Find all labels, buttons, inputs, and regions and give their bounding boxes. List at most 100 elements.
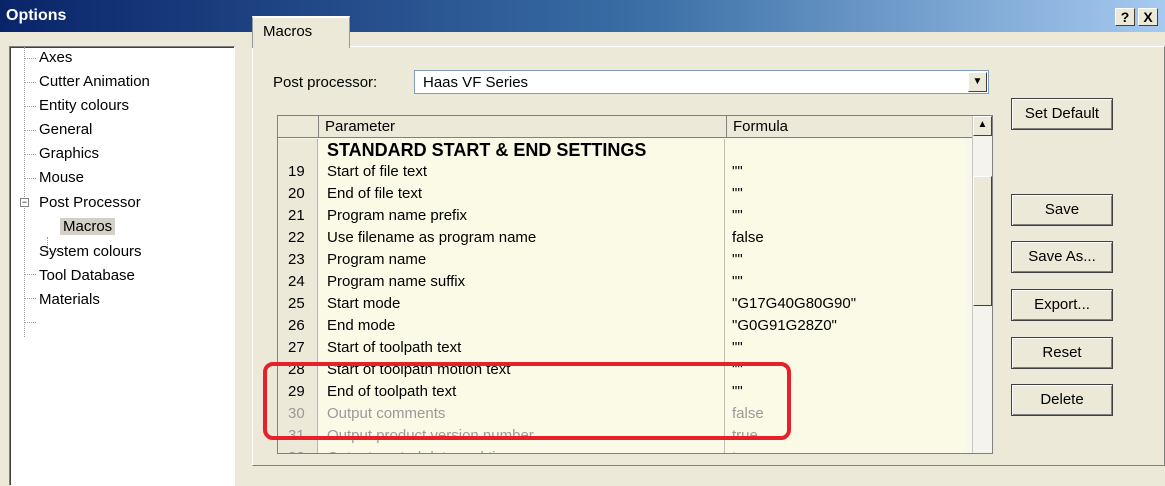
parameter-cell[interactable]: End of toolpath text [319, 381, 725, 403]
table-row[interactable]: 32Output posted date and timetrue [278, 447, 974, 453]
row-number-header [278, 116, 319, 138]
tree-item-label: Tool Database [39, 267, 135, 284]
help-button[interactable]: ? [1115, 8, 1135, 26]
parameter-cell[interactable]: Program name prefix [319, 205, 725, 227]
formula-cell[interactable]: "" [726, 359, 966, 381]
formula-cell[interactable]: false [726, 403, 966, 425]
table-row[interactable]: 21 Program name prefix "" [278, 205, 974, 227]
tree-item-system-colours[interactable]: System colours [36, 241, 145, 263]
scroll-up-icon[interactable]: ▲ [973, 116, 992, 136]
formula-cell[interactable]: "" [726, 337, 966, 359]
section-header-row[interactable]: STANDARD START & END SETTINGS [278, 139, 974, 161]
tree-item-axes[interactable]: Axes [36, 47, 75, 69]
grid-scrollbar[interactable]: ▲ [972, 116, 992, 453]
parameter-cell[interactable]: End of file text [319, 183, 725, 205]
tree-item-post-processor[interactable]: Post Processor [36, 192, 144, 214]
tree-item-label: Cutter Animation [39, 73, 150, 90]
tab-macros[interactable]: Macros [252, 16, 350, 48]
table-row[interactable]: 20 End of file text "" [278, 183, 974, 205]
tree-item-label: Materials [39, 291, 100, 308]
delete-button[interactable]: Delete [1011, 384, 1113, 416]
tree-item-label: Axes [39, 49, 73, 66]
formula-cell[interactable]: "" [726, 183, 966, 205]
formula-cell[interactable]: "" [726, 271, 966, 293]
formula-cell[interactable]: "" [726, 249, 966, 271]
table-row[interactable]: 25 Start mode "G17G40G80G90" [278, 293, 974, 315]
table-row[interactable]: 23 Program name "" [278, 249, 974, 271]
tree-item-entity-colours[interactable]: Entity colours [36, 95, 132, 117]
formula-cell[interactable]: false [726, 227, 966, 249]
table-row[interactable]: 30 Output comments false [278, 403, 974, 425]
table-row[interactable]: 29 End of toolpath text "" [278, 381, 974, 403]
parameter-column-header[interactable]: Parameter [319, 116, 727, 138]
table-row[interactable]: 24 Program name suffix "" [278, 271, 974, 293]
table-row[interactable]: 27 Start of toolpath text "" [278, 337, 974, 359]
row-number: 31 [278, 425, 318, 447]
row-number: 32 [278, 447, 318, 453]
parameter-cell[interactable]: Program name [319, 249, 725, 271]
parameter-cell[interactable]: Start of toolpath motion text [319, 359, 725, 381]
table-row[interactable]: 26 End mode "G0G91G28Z0" [278, 315, 974, 337]
table-row[interactable]: 19 Start of file text "" [278, 161, 974, 183]
formula-cell[interactable]: "G0G91G28Z0" [726, 315, 966, 337]
tree-item-label: Graphics [39, 145, 100, 162]
close-button[interactable]: X [1138, 8, 1158, 26]
parameter-cell[interactable]: Start of file text [319, 161, 725, 183]
formula-cell[interactable]: true [726, 447, 966, 453]
save-button[interactable]: Save [1011, 194, 1113, 226]
options-tree: − Axes Cutter Animation Entity colours G… [9, 46, 235, 486]
row-number: 25 [278, 293, 318, 315]
tree-item-cutter-animation[interactable]: Cutter Animation [36, 71, 153, 93]
row-number: 30 [278, 403, 318, 425]
tree-item-materials[interactable]: Materials [36, 289, 103, 311]
tree-item-label: Mouse [39, 169, 85, 186]
formula-cell[interactable]: true [726, 425, 966, 447]
row-number: 24 [278, 271, 318, 293]
tree-item-macros[interactable]: Macros [60, 216, 116, 238]
row-number [278, 139, 318, 161]
tree-item-mouse[interactable]: Mouse [36, 167, 87, 189]
parameter-cell[interactable]: STANDARD START & END SETTINGS [319, 139, 725, 161]
formula-cell[interactable]: "G17G40G80G90" [726, 293, 966, 315]
table-row[interactable]: 28 Start of toolpath motion text "" [278, 359, 974, 381]
row-number: 19 [278, 161, 318, 183]
export-button[interactable]: Export... [1011, 289, 1113, 321]
title-bar[interactable]: Options ? X [0, 0, 1165, 32]
tree-item-label: Entity colours [39, 97, 130, 114]
formula-cell[interactable]: "" [726, 205, 966, 227]
row-number: 21 [278, 205, 318, 227]
row-number: 26 [278, 315, 318, 337]
row-number: 28 [278, 359, 318, 381]
tree-item-tool-database[interactable]: Tool Database [36, 265, 138, 287]
tree-item-label: Post Processor [39, 194, 141, 211]
reset-button[interactable]: Reset [1011, 337, 1113, 369]
set-default-button[interactable]: Set Default [1011, 98, 1113, 130]
save-as-button[interactable]: Save As... [1011, 241, 1113, 273]
row-number: 20 [278, 183, 318, 205]
parameter-cell[interactable]: Use filename as program name [319, 227, 725, 249]
row-number: 22 [278, 227, 318, 249]
formula-cell[interactable]: "" [726, 161, 966, 183]
parameter-cell[interactable]: Output comments [319, 403, 725, 425]
table-row[interactable]: 22 Use filename as program name false [278, 227, 974, 249]
formula-cell[interactable]: "" [726, 381, 966, 403]
parameter-cell[interactable]: Start of toolpath text [319, 337, 725, 359]
collapse-icon[interactable]: − [20, 198, 29, 207]
tree-item-general[interactable]: General [36, 119, 95, 141]
tree-item-label: Macros [60, 218, 116, 235]
post-processor-label: Post processor: [273, 74, 378, 91]
formula-column-header[interactable]: Formula [727, 116, 974, 138]
parameter-cell[interactable]: Program name suffix [319, 271, 725, 293]
macros-grid: Parameter Formula STANDARD START & END S… [277, 115, 993, 454]
tree-item-graphics[interactable]: Graphics [36, 143, 102, 165]
formula-cell[interactable] [726, 139, 966, 161]
scroll-thumb[interactable] [973, 176, 992, 306]
chevron-down-icon[interactable]: ▼ [968, 72, 987, 92]
post-processor-value: Haas VF Series [423, 74, 529, 91]
parameter-cell[interactable]: Output posted date and time [319, 447, 725, 453]
post-processor-select[interactable]: Haas VF Series ▼ [414, 70, 989, 94]
parameter-cell[interactable]: Output product version number [319, 425, 725, 447]
parameter-cell[interactable]: End mode [319, 315, 725, 337]
parameter-cell[interactable]: Start mode [319, 293, 725, 315]
table-row[interactable]: 31 Output product version number true [278, 425, 974, 447]
